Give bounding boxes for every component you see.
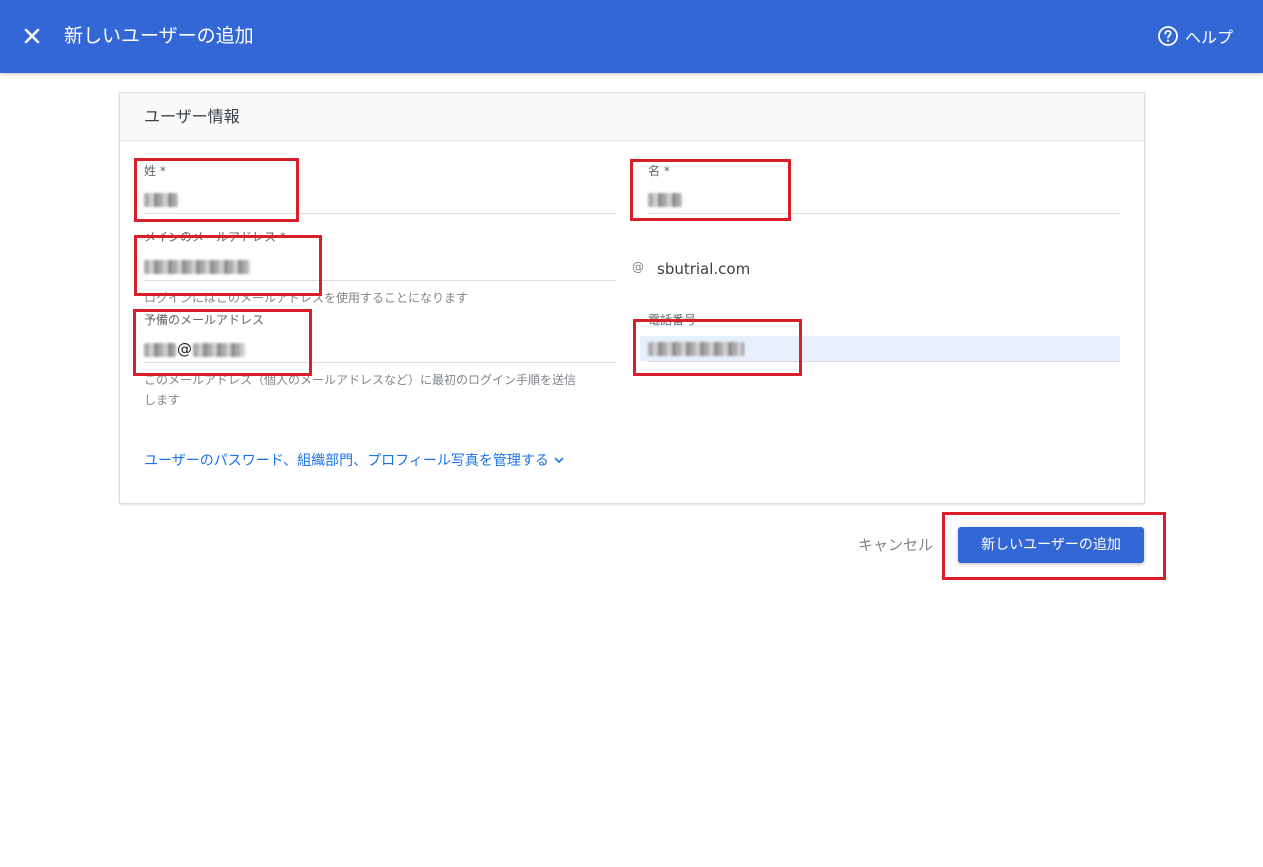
close-button[interactable] xyxy=(18,22,46,50)
close-icon xyxy=(24,28,40,44)
domain-at-sign: @ xyxy=(632,260,644,274)
annotation-box-phone xyxy=(633,319,802,376)
cancel-button[interactable]: キャンセル xyxy=(850,530,941,559)
chevron-down-icon xyxy=(554,457,564,463)
annotation-box-first-name xyxy=(630,159,791,221)
annotation-box-primary-email xyxy=(134,235,322,296)
manage-user-details-link[interactable]: ユーザーのパスワード、組織部門、プロフィール写真を管理する xyxy=(144,450,565,470)
annotation-box-last-name xyxy=(134,158,299,222)
app-bar: 新しいユーザーの追加 ヘルプ xyxy=(0,0,1263,73)
annotation-box-add-button xyxy=(942,512,1166,580)
help-label: ヘルプ xyxy=(1184,28,1233,47)
secondary-email-helper-line2: します xyxy=(144,393,181,407)
help-circle-icon xyxy=(1158,26,1178,46)
card-title: ユーザー情報 xyxy=(120,93,1144,141)
page-title: 新しいユーザーの追加 xyxy=(64,25,254,47)
secondary-email-helper: このメールアドレス（個人のメールアドレスなど）に最初のログイン手順を送信 します xyxy=(144,370,624,410)
manage-link-label: ユーザーのパスワード、組織部門、プロフィール写真を管理する xyxy=(144,453,549,469)
annotation-box-secondary-email xyxy=(133,309,312,376)
email-domain: sbutrial.com xyxy=(657,260,751,278)
help-button[interactable]: ヘルプ xyxy=(1157,24,1233,48)
